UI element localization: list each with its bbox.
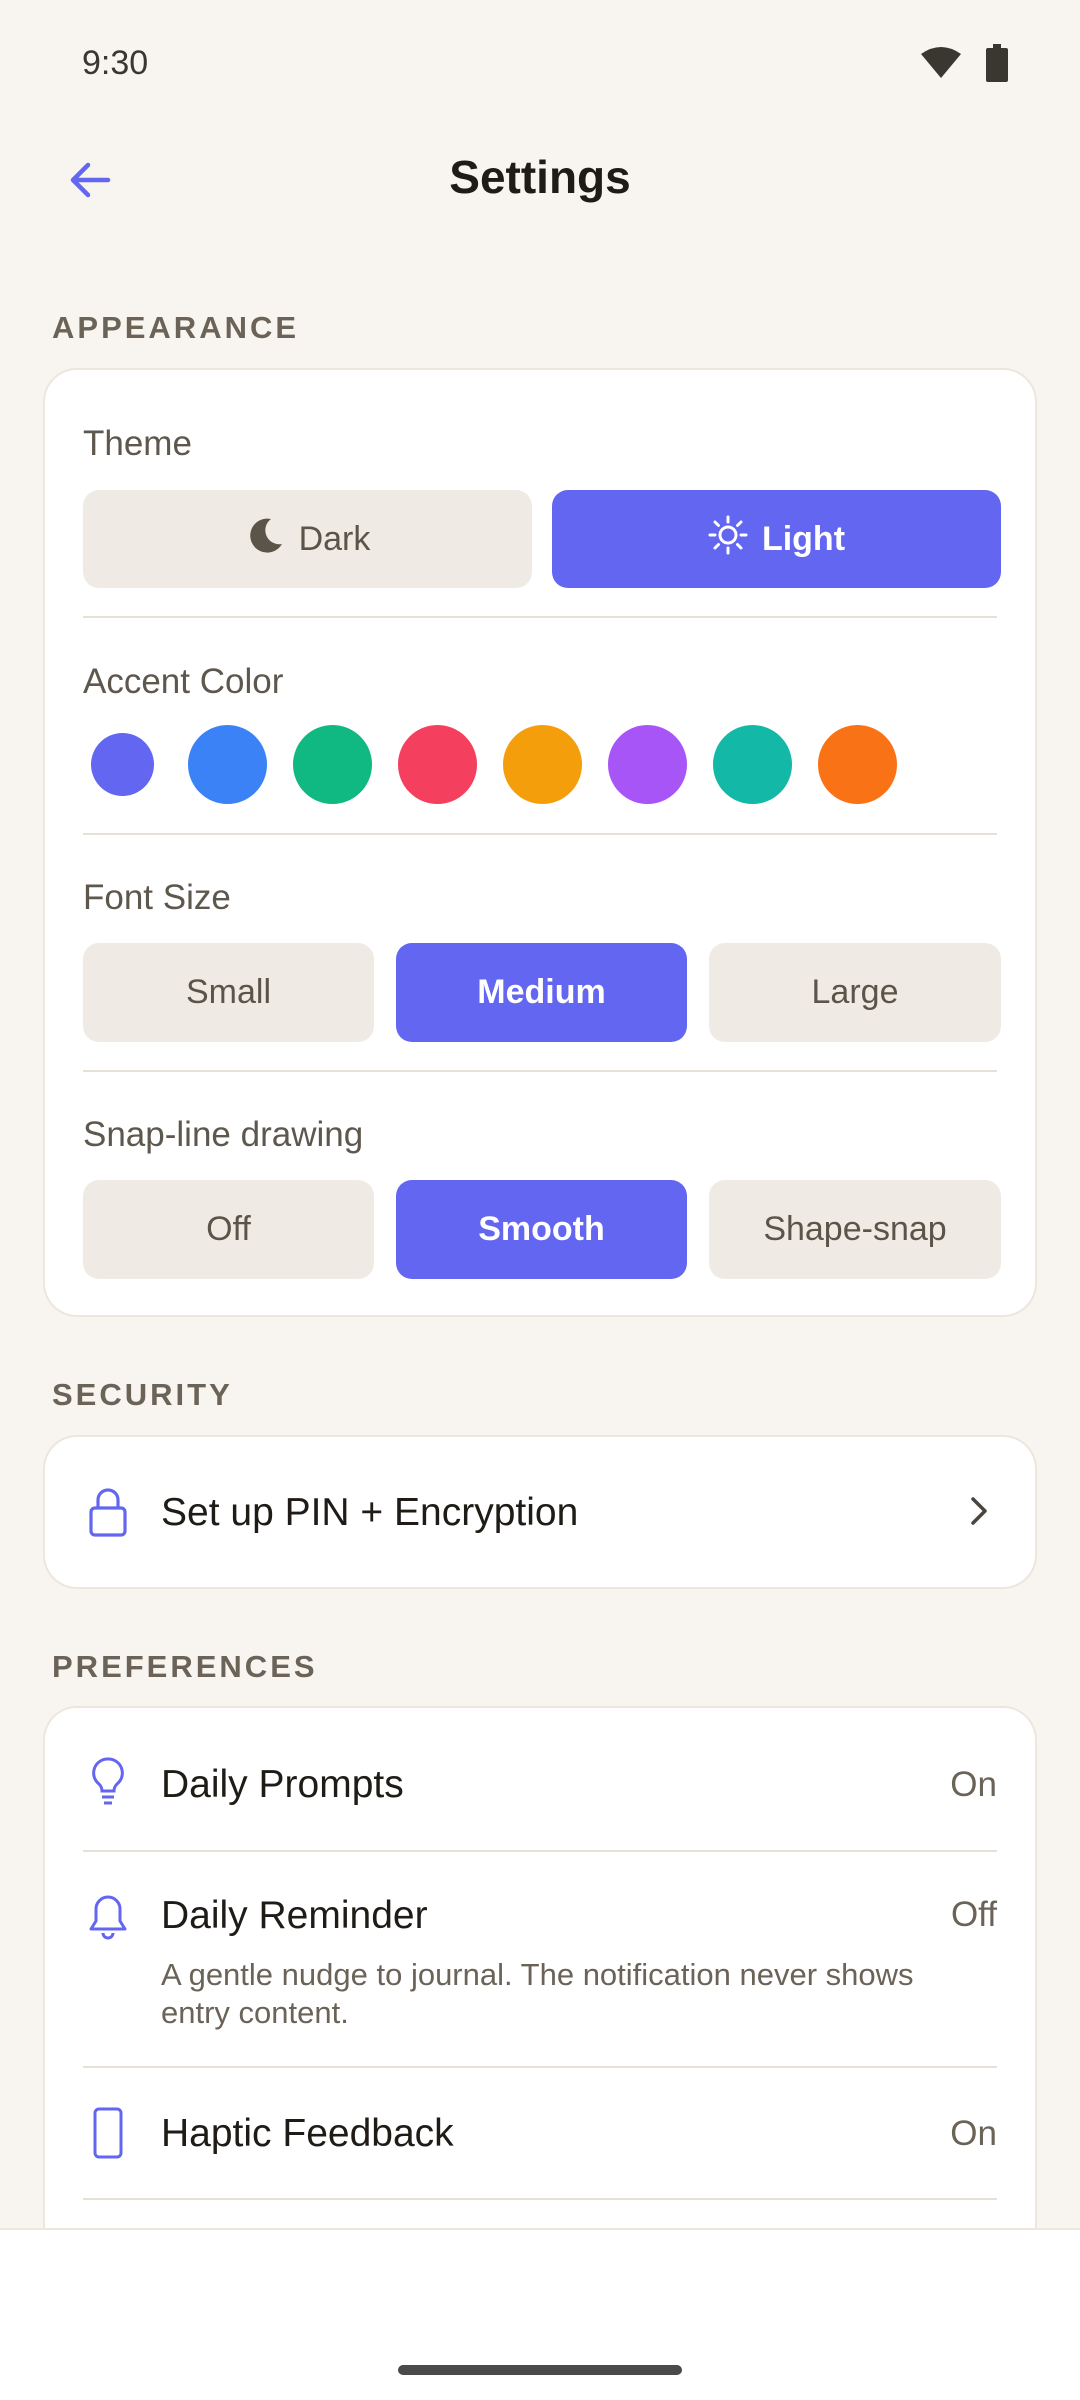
status-icons bbox=[920, 44, 1008, 87]
app-bar: Settings bbox=[0, 126, 1080, 230]
snap-shape-button[interactable]: Shape-snap bbox=[709, 1180, 1001, 1279]
accent-swatch[interactable] bbox=[713, 725, 792, 804]
appearance-card: Theme Dark Light Accent Color Font Size … bbox=[43, 368, 1037, 1317]
pref-label: Daily Reminder bbox=[161, 1894, 428, 1937]
divider bbox=[83, 833, 997, 835]
pin-encryption-row[interactable]: Set up PIN + Encryption bbox=[45, 1437, 1035, 1587]
phone-icon bbox=[83, 2107, 133, 2159]
wifi-icon bbox=[920, 46, 962, 85]
security-card: Set up PIN + Encryption bbox=[43, 1435, 1037, 1589]
font-size-label: Font Size bbox=[83, 878, 231, 917]
preferences-card: Daily Prompts On Daily Reminder Off A ge… bbox=[43, 1706, 1037, 2306]
pref-row-daily-reminder[interactable]: Daily Reminder Off A gentle nudge to jou… bbox=[45, 1852, 1035, 2062]
accent-swatch[interactable] bbox=[608, 725, 687, 804]
accent-color-label: Accent Color bbox=[83, 662, 284, 701]
sun-icon bbox=[708, 515, 748, 564]
section-label-appearance: APPEARANCE bbox=[52, 310, 300, 345]
snap-off-label: Off bbox=[206, 1210, 251, 1248]
bell-icon bbox=[83, 1892, 133, 1942]
font-size-large-button[interactable]: Large bbox=[709, 943, 1001, 1042]
theme-dark-label: Dark bbox=[298, 519, 371, 558]
pref-value: Off bbox=[950, 1895, 997, 1934]
accent-swatch[interactable] bbox=[503, 725, 582, 804]
accent-swatch[interactable] bbox=[398, 725, 477, 804]
font-size-medium-button[interactable]: Medium bbox=[396, 943, 687, 1042]
home-indicator[interactable] bbox=[398, 2365, 682, 2375]
accent-swatch[interactable] bbox=[293, 725, 372, 804]
accent-swatch[interactable] bbox=[188, 725, 267, 804]
font-size-large-label: Large bbox=[811, 973, 899, 1011]
chevron-right-icon bbox=[965, 1491, 993, 1536]
section-label-security: SECURITY bbox=[52, 1377, 233, 1412]
divider bbox=[83, 2198, 997, 2200]
snap-smooth-button[interactable]: Smooth bbox=[396, 1180, 687, 1279]
theme-light-label: Light bbox=[761, 519, 846, 558]
lock-icon bbox=[83, 1487, 133, 1537]
pref-row-daily-prompts[interactable]: Daily Prompts On bbox=[45, 1708, 1035, 1850]
accent-swatch[interactable] bbox=[818, 725, 897, 804]
pref-subtitle: A gentle nudge to journal. The notificat… bbox=[161, 1957, 914, 2030]
status-bar: 9:30 bbox=[0, 0, 1080, 126]
divider bbox=[83, 1070, 997, 1072]
pref-label: Haptic Feedback bbox=[161, 2112, 454, 2155]
font-size-small-button[interactable]: Small bbox=[83, 943, 374, 1042]
font-size-small-label: Small bbox=[185, 973, 272, 1011]
pref-row-haptic-feedback[interactable]: Haptic Feedback On bbox=[45, 2068, 1035, 2198]
pin-encryption-label: Set up PIN + Encryption bbox=[161, 1491, 579, 1534]
snap-smooth-label: Smooth bbox=[478, 1210, 605, 1248]
divider bbox=[83, 616, 997, 618]
font-size-medium-label: Medium bbox=[477, 973, 606, 1011]
accent-swatch[interactable] bbox=[91, 733, 154, 796]
lightbulb-icon bbox=[83, 1756, 133, 1806]
theme-dark-button[interactable]: Dark bbox=[83, 490, 532, 588]
page-title: Settings bbox=[449, 151, 631, 203]
pref-label: Daily Prompts bbox=[161, 1763, 404, 1806]
snap-shape-label: Shape-snap bbox=[763, 1210, 947, 1248]
section-label-preferences: PREFERENCES bbox=[52, 1649, 318, 1684]
pref-value: On bbox=[950, 2114, 997, 2153]
battery-icon bbox=[986, 44, 1008, 87]
theme-light-button[interactable]: Light bbox=[552, 490, 1001, 588]
snap-off-button[interactable]: Off bbox=[83, 1180, 374, 1279]
pref-value: On bbox=[950, 1765, 997, 1804]
snap-line-label: Snap-line drawing bbox=[83, 1115, 364, 1154]
status-time: 9:30 bbox=[82, 44, 149, 82]
theme-label: Theme bbox=[83, 424, 192, 463]
moon-icon bbox=[245, 515, 285, 564]
